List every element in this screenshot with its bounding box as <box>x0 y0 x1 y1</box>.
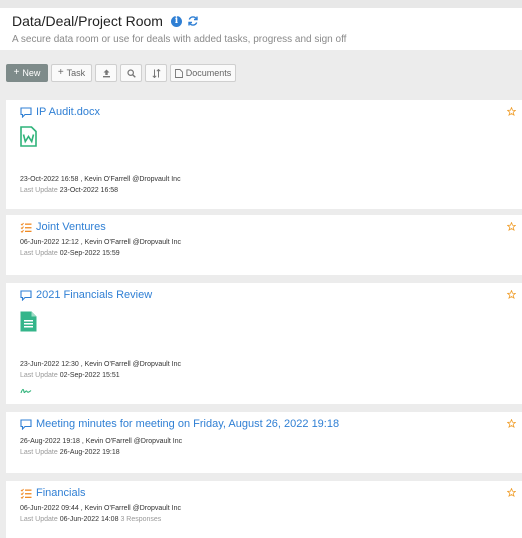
item-title: Joint Ventures <box>36 221 106 233</box>
star-icon[interactable] <box>507 488 516 497</box>
star-icon[interactable] <box>507 107 516 116</box>
comment-icon <box>20 106 32 118</box>
last-update-date: 06-Jun-2022 14:08 <box>59 516 119 523</box>
search-icon <box>126 68 136 78</box>
item-title: Meeting minutes for meeting on Friday, A… <box>36 418 340 430</box>
toolbar: + New + Task Documents <box>0 50 522 94</box>
item-created: 23-Jun-2022 12:30 , Kevin O'Farrell @Dro… <box>20 361 181 368</box>
last-update-label: Last Update <box>20 516 58 523</box>
item-last-update: Last Update 23-Oct-2022 16:58 <box>20 187 118 194</box>
list-item[interactable]: 2021 Financials Review 23-Jun-2022 12:30… <box>6 283 522 404</box>
item-created: 23-Oct-2022 16:58 , Kevin O'Farrell @Dro… <box>20 176 181 183</box>
refresh-icon[interactable] <box>187 15 199 27</box>
list-item[interactable]: Financials 06-Jun-2022 09:44 , Kevin O'F… <box>6 481 522 538</box>
task-list-icon <box>20 488 32 499</box>
sheet-file-icon[interactable] <box>20 311 37 332</box>
item-title-link[interactable]: Meeting minutes for meeting on Friday, A… <box>20 418 339 430</box>
star-icon[interactable] <box>507 290 516 299</box>
comment-icon <box>20 289 32 301</box>
item-title: Financials <box>36 487 86 499</box>
last-update-label: Last Update <box>20 250 58 257</box>
add-task-button[interactable]: + Task <box>51 64 92 82</box>
task-button-label: Task <box>66 68 86 78</box>
documents-button[interactable]: Documents <box>170 64 236 82</box>
last-update-label: Last Update <box>20 187 58 194</box>
responses-count[interactable]: 3 Responses <box>120 516 161 523</box>
document-icon <box>174 68 183 78</box>
top-bar <box>0 0 522 8</box>
upload-button[interactable] <box>95 64 117 82</box>
item-last-update: Last Update 26-Aug-2022 19:18 <box>20 449 120 456</box>
item-created: 06-Jun-2022 09:44 , Kevin O'Farrell @Dro… <box>20 505 181 512</box>
page-title: Data/Deal/Project Room <box>12 13 163 29</box>
list-item[interactable]: Joint Ventures 06-Jun-2022 12:12 , Kevin… <box>6 215 522 275</box>
page-header: Data/Deal/Project Room i A secure data r… <box>6 8 522 48</box>
last-update-date: 02-Sep-2022 15:59 <box>59 250 120 257</box>
info-icon[interactable]: i <box>170 15 182 27</box>
title-row: Data/Deal/Project Room i <box>12 13 199 29</box>
star-icon[interactable] <box>507 222 516 231</box>
item-title-link[interactable]: 2021 Financials Review <box>20 289 152 301</box>
last-update-label: Last Update <box>20 449 58 456</box>
last-update-date: 23-Oct-2022 16:58 <box>59 187 119 194</box>
item-last-update: Last Update 06-Jun-2022 14:08 3 Response… <box>20 516 161 523</box>
task-list-icon <box>20 222 32 233</box>
word-file-icon[interactable] <box>20 126 37 147</box>
new-button[interactable]: + New <box>6 64 48 82</box>
item-list: IP Audit.docx 23-Oct-2022 16:58 , Kevin … <box>0 94 522 538</box>
item-title-link[interactable]: Joint Ventures <box>20 221 106 233</box>
item-last-update: Last Update 02-Sep-2022 15:51 <box>20 372 120 379</box>
sort-button[interactable] <box>145 64 167 82</box>
plus-icon: + <box>13 67 20 78</box>
item-title-link[interactable]: Financials <box>20 487 86 499</box>
star-icon[interactable] <box>507 419 516 428</box>
item-created: 06-Jun-2022 12:12 , Kevin O'Farrell @Dro… <box>20 239 181 246</box>
item-title: 2021 Financials Review <box>36 289 153 301</box>
page-subtitle: A secure data room or use for deals with… <box>12 34 347 45</box>
item-title: IP Audit.docx <box>36 106 101 118</box>
comment-icon <box>20 418 32 430</box>
item-created: 26-Aug-2022 19:18 , Kevin O'Farrell @Dro… <box>20 438 183 445</box>
documents-button-label: Documents <box>185 68 232 78</box>
last-update-label: Last Update <box>20 372 58 379</box>
new-button-label: New <box>22 68 41 78</box>
search-button[interactable] <box>120 64 142 82</box>
upload-icon <box>102 69 110 77</box>
last-update-date: 26-Aug-2022 19:18 <box>59 449 120 456</box>
last-update-date: 02-Sep-2022 15:51 <box>59 372 120 379</box>
plus-icon: + <box>57 67 64 78</box>
item-last-update: Last Update 02-Sep-2022 15:59 <box>20 250 120 257</box>
list-item[interactable]: Meeting minutes for meeting on Friday, A… <box>6 412 522 473</box>
list-item[interactable]: IP Audit.docx 23-Oct-2022 16:58 , Kevin … <box>6 100 522 209</box>
item-title-link[interactable]: IP Audit.docx <box>20 106 100 118</box>
sort-icon <box>151 68 161 78</box>
signature-icon <box>20 388 32 394</box>
